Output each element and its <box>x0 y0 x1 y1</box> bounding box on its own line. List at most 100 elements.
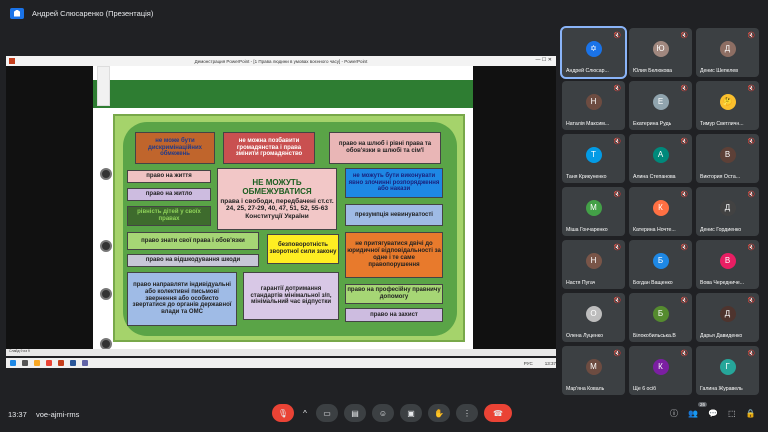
participant-name: Таня Крикуненко <box>566 174 607 180</box>
participant-tile[interactable]: Н 🔇 Наталія Максим... <box>562 81 625 130</box>
participant-tile[interactable]: Д 🔇 Дарья Давиденко <box>696 293 759 342</box>
call-controls: 🎙 ^ ▭ ▤ ☺ ▣ ✋ ⋮ ☎ <box>272 404 512 422</box>
lock-icon[interactable]: 🔒 <box>746 409 756 418</box>
search-icon[interactable] <box>22 360 28 366</box>
box-appeals: право направляти індивідуальні або колек… <box>127 272 237 326</box>
info-icon[interactable]: ⓘ <box>670 408 678 419</box>
avatar: Н <box>585 252 602 269</box>
center-title: НЕ МОЖУТЬ ОБМЕЖУВАТИСЯ <box>242 177 312 196</box>
participant-tile[interactable]: К 🔇 Катерина Ночте... <box>629 187 692 236</box>
ppt-statusbar: Слайд 9 из 9 <box>6 349 556 356</box>
participant-tile[interactable]: Б 🔇 Білокобильська.В <box>629 293 692 342</box>
participant-grid: ✡ 🔇 Андрей Слюсар... Ю 🔇 Юлия Белюкова Д 🔇 Денис… <box>560 26 766 398</box>
activities-icon[interactable]: ⬚ <box>728 409 736 418</box>
present-icon[interactable]: ▣ <box>400 404 422 422</box>
participant-tile[interactable]: М 🔇 Мар'яна Коваль <box>562 346 625 395</box>
participant-tile[interactable]: В 🔇 Виктория Оста... <box>696 134 759 183</box>
teams-icon[interactable] <box>82 360 88 366</box>
slide-header-band <box>93 80 473 108</box>
box-legal-aid: право на професійну правничу допомогу <box>345 284 443 304</box>
avatar: 🤔 <box>719 93 736 110</box>
chevron-up-icon[interactable]: ^ <box>300 404 310 422</box>
participant-name: Юлия Белюкова <box>633 68 673 74</box>
powerpoint-icon[interactable] <box>58 360 64 366</box>
participant-name: Наталія Максим... <box>566 121 610 127</box>
participant-tile[interactable]: Д 🔇 Денис Шепелев <box>696 28 759 77</box>
participant-tile[interactable]: Н 🔇 Настя Пугач <box>562 240 625 289</box>
muted-mic-icon: 🔇 <box>613 351 621 357</box>
chat-icon[interactable]: 💬 <box>708 409 718 418</box>
muted-mic-icon: 🔇 <box>747 192 755 198</box>
participant-tile[interactable]: М 🔇 Міша Гончаренко <box>562 187 625 236</box>
muted-mic-icon: 🔇 <box>680 192 688 198</box>
muted-mic-icon: 🔇 <box>747 33 755 39</box>
muted-mic-icon: 🔇 <box>747 139 755 145</box>
slide-tab-shape <box>97 66 110 106</box>
browser-icon[interactable] <box>46 360 52 366</box>
mic-off-icon[interactable]: 🎙 <box>272 404 294 422</box>
participant-name: Богдан Ващенко <box>633 280 673 286</box>
participant-tile[interactable]: О 🔇 Олена Луценко <box>562 293 625 342</box>
more-options-icon[interactable]: ⋮ <box>456 404 478 422</box>
slide-frame: не може бути дискримінаційних обмежень н… <box>113 114 465 342</box>
leave-call-icon[interactable]: ☎ <box>484 404 512 422</box>
muted-mic-icon: 🔇 <box>613 298 621 304</box>
raise-hand-icon[interactable]: ✋ <box>428 404 450 422</box>
participant-tile[interactable]: Т 🔇 Таня Крикуненко <box>562 134 625 183</box>
participant-tile[interactable]: Е 🔇 Екатерина Рудь <box>629 81 692 130</box>
avatar: М <box>585 358 602 375</box>
bullet-dot <box>100 240 112 252</box>
participant-tile[interactable]: Г 🔇 Галина Журавель <box>696 346 759 395</box>
box-citizenship: не можна позбавити громадянства і права … <box>223 132 315 164</box>
window-controls[interactable]: — ☐ ✕ <box>536 57 552 63</box>
word-icon[interactable] <box>70 360 76 366</box>
box-compensation: право на відшкодування шкоди <box>127 254 259 267</box>
meeting-controls-bar: 13:37 voe-ajmi-rms 🎙 ^ ▭ ▤ ☺ ▣ ✋ ⋮ ☎ ⓘ 👥… <box>0 400 768 432</box>
participant-tile[interactable]: Б 🔇 Богдан Ващенко <box>629 240 692 289</box>
avatar: В <box>719 252 736 269</box>
side-controls: ⓘ 👥 💬 ⬚ 🔒 <box>670 408 755 419</box>
windows-start-icon[interactable] <box>10 360 16 366</box>
participant-name: Катерина Ночте... <box>633 227 676 233</box>
participant-name: Вова Чередниче... <box>700 280 745 286</box>
box-no-discrimination: не може бути дискримінаційних обмежень <box>135 132 215 164</box>
captions-icon[interactable]: ▤ <box>344 404 366 422</box>
box-double-jeopardy: не притягуватися двічі до юридичної відп… <box>345 232 443 278</box>
muted-mic-icon: 🔇 <box>613 86 621 92</box>
slide-inner-panel: не може бути дискримінаційних обмежень н… <box>123 122 457 336</box>
participant-tile[interactable]: В 🔇 Вова Чередниче... <box>696 240 759 289</box>
participant-name: Мар'яна Коваль <box>566 386 605 392</box>
avatar: Д <box>719 40 736 57</box>
participant-name: Ще 6 осіб <box>633 386 657 392</box>
box-wage-guarantees: гарантії дотримання стандартів мінімальн… <box>243 272 339 320</box>
camera-icon[interactable]: ▭ <box>316 404 338 422</box>
avatar: Б <box>652 252 669 269</box>
avatar: Ю <box>652 40 669 57</box>
emoji-icon[interactable]: ☺ <box>372 404 394 422</box>
participant-name: Екатерина Рудь <box>633 121 672 127</box>
center-box: НЕ МОЖУТЬ ОБМЕЖУВАТИСЯ права і свободи, … <box>217 168 337 230</box>
participant-name: Дарья Давиденко <box>700 333 743 339</box>
participant-tile[interactable]: К 🔇 Ще 6 осіб <box>629 346 692 395</box>
avatar: Н <box>585 93 602 110</box>
participant-tile[interactable]: Д 🔇 Денис Гордиенко <box>696 187 759 236</box>
slide-right-margin <box>473 66 556 349</box>
participant-tile[interactable]: ✡ 🔇 Андрей Слюсар... <box>560 26 627 79</box>
avatar: Г <box>719 358 736 375</box>
people-icon[interactable]: 👥 <box>688 409 698 418</box>
box-presumption: презумпція невинуватості <box>345 204 443 226</box>
muted-mic-icon: 🔇 <box>680 245 688 251</box>
folder-icon[interactable] <box>34 360 40 366</box>
box-right-to-housing: право на житло <box>127 188 211 201</box>
avatar: М <box>585 199 602 216</box>
top-bar: Андрей Слюсаренко (Презентація) <box>0 0 768 26</box>
participant-tile[interactable]: Ю 🔇 Юлия Белюкова <box>629 28 692 77</box>
participant-tile[interactable]: А 🔇 Алина Степанова <box>629 134 692 183</box>
center-body: права і свободи, передбачені ст.ст. 24, … <box>220 197 334 220</box>
participant-name: Денис Гордиенко <box>700 227 742 233</box>
muted-mic-icon: 🔇 <box>747 351 755 357</box>
participant-name: Тимур Светличн... <box>700 121 744 127</box>
presenter-title: Андрей Слюсаренко (Презентація) <box>32 8 154 18</box>
participant-tile[interactable]: 🤔 🔇 Тимур Светличн... <box>696 81 759 130</box>
muted-mic-icon: 🔇 <box>680 86 688 92</box>
